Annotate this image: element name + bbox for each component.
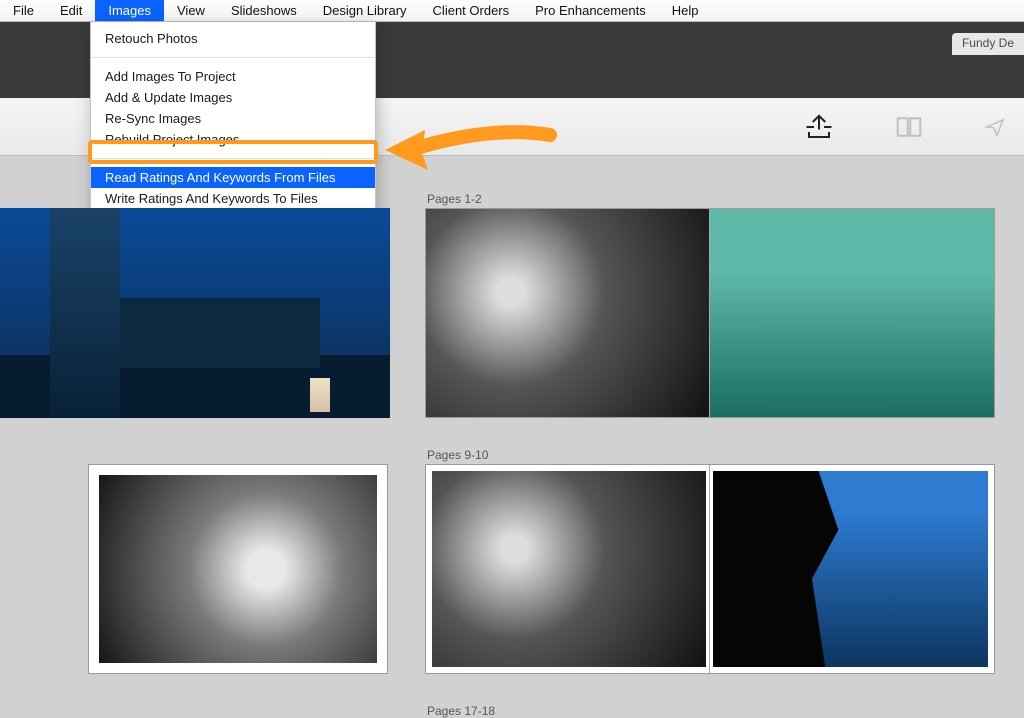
spread-page-left (426, 209, 710, 417)
spread-page-left (426, 465, 710, 673)
menu-item-retouch-photos[interactable]: Retouch Photos (91, 28, 375, 49)
photo-placeholder (50, 208, 120, 418)
spread-thumbnail[interactable] (88, 464, 388, 674)
send-icon[interactable] (984, 112, 1006, 142)
spread-thumbnail[interactable] (425, 464, 995, 674)
menu-design-library[interactable]: Design Library (310, 0, 420, 21)
photo-placeholder (310, 378, 330, 412)
menu-item-add-images[interactable]: Add Images To Project (91, 66, 375, 87)
brand-tab: Fundy De (952, 33, 1024, 55)
photo-placeholder (120, 298, 320, 368)
photo-placeholder (426, 209, 709, 417)
spread-page-right (710, 209, 994, 417)
photo-placeholder (432, 471, 706, 667)
spread-thumbnail[interactable] (0, 208, 390, 418)
menu-file[interactable]: File (0, 0, 47, 21)
pages-icon[interactable] (894, 112, 924, 142)
menu-view[interactable]: View (164, 0, 218, 21)
menubar: File Edit Images View Slideshows Design … (0, 0, 1024, 22)
menu-item-resync-images[interactable]: Re-Sync Images (91, 108, 375, 129)
menu-client-orders[interactable]: Client Orders (420, 0, 523, 21)
menu-help[interactable]: Help (659, 0, 712, 21)
content-area: Pages 1-2 Pages 9-10 Pages 17-18 (0, 156, 1024, 717)
menu-item-rebuild-project-images[interactable]: Rebuild Project Images (91, 129, 375, 150)
photo-placeholder (713, 471, 845, 667)
menu-item-add-update-images[interactable]: Add & Update Images (91, 87, 375, 108)
menu-pro-enhancements[interactable]: Pro Enhancements (522, 0, 659, 21)
photo-placeholder (99, 475, 377, 663)
menu-slideshows[interactable]: Slideshows (218, 0, 310, 21)
menu-edit[interactable]: Edit (47, 0, 95, 21)
spread-page-right (710, 465, 994, 673)
menu-images[interactable]: Images (95, 0, 164, 21)
spread-thumbnail[interactable] (425, 208, 995, 418)
menu-separator (91, 57, 375, 58)
photo-placeholder (713, 471, 988, 667)
spread-caption: Pages 9-10 (427, 448, 488, 462)
photo-placeholder (710, 209, 994, 417)
export-icon[interactable] (804, 112, 834, 142)
spread-caption: Pages 1-2 (427, 192, 482, 206)
spread-caption: Pages 17-18 (427, 704, 495, 718)
